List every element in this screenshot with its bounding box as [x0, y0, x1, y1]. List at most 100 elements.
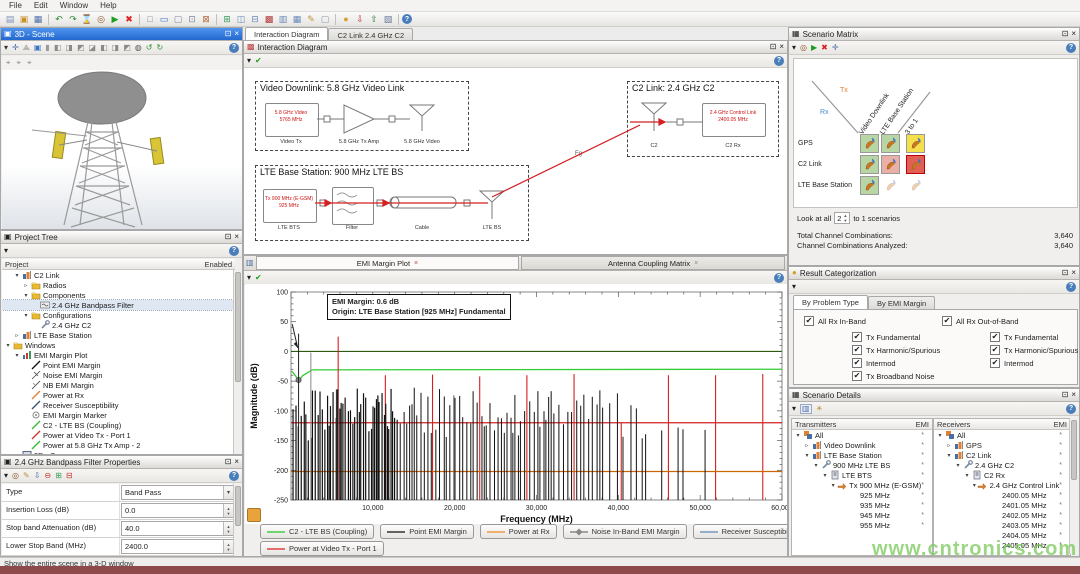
run-icon[interactable]: ▶	[108, 13, 122, 26]
properties-scrollbar[interactable]	[233, 484, 241, 556]
tree-item-nb-emi-margin[interactable]: NB EMI Margin	[2, 380, 235, 390]
legend-power-at-rx[interactable]: Power at Rx	[480, 524, 557, 539]
collapsed-arrow-icon[interactable]: ▹	[803, 442, 811, 449]
matrix-cell-dish-icon[interactable]	[881, 176, 900, 195]
property-value-type[interactable]: Band Pass▾	[121, 485, 234, 500]
expanded-arrow-icon[interactable]: ▾	[803, 452, 811, 459]
tree-item-radios[interactable]: ▹Radios	[2, 280, 235, 290]
move-icon[interactable]: ✛	[12, 44, 19, 52]
property-value-insertion-loss-db-[interactable]: 0.0▲▼	[121, 503, 234, 518]
tree-item-lte-base-station[interactable]: ▹LTE Base Station	[2, 330, 235, 340]
emi-column-header[interactable]: EMI	[916, 420, 929, 429]
menu-arrow-icon[interactable]: ▾	[4, 44, 8, 52]
tree-item-windows[interactable]: ▾Windows	[2, 340, 235, 350]
expanded-arrow-icon[interactable]: ▾	[963, 472, 971, 479]
antenna-tool-icon[interactable]: ⌖	[6, 59, 11, 67]
render-icon[interactable]: ◍	[135, 44, 142, 52]
tree-item-935-mhz[interactable]: 935 MHz*	[792, 500, 932, 510]
expanded-arrow-icon[interactable]: ▾	[13, 352, 21, 359]
checkbox-intermod[interactable]: ✔Intermod	[990, 358, 1034, 368]
spinner-buttons[interactable]: ▲▼	[223, 540, 233, 553]
matrix-cell-dish-icon[interactable]	[860, 155, 879, 174]
validate-icon[interactable]: ⌛	[80, 13, 94, 26]
tree-item-2-4-ghz-c2[interactable]: 2.4 GHz C2	[2, 320, 235, 330]
menu-arrow-icon[interactable]: ▾	[792, 283, 796, 291]
close-tab-icon[interactable]: ×	[694, 260, 698, 267]
help-icon[interactable]: ?	[1066, 282, 1076, 292]
help-icon[interactable]: ?	[229, 43, 239, 53]
expanded-arrow-icon[interactable]: ▾	[22, 312, 30, 319]
menu-arrow-icon[interactable]: ▾	[247, 57, 251, 65]
checkbox-all-rx-out-of-band[interactable]: ✔All Rx Out-of-Band	[942, 316, 1019, 326]
checkbox-icon[interactable]: ✔	[804, 316, 814, 326]
tree-item-2-4-ghz-bandpass-filter[interactable]: 2.4 GHz Bandpass Filter	[2, 300, 235, 310]
menu-arrow-icon[interactable]: ▾	[4, 247, 8, 255]
collapsed-arrow-icon[interactable]: ▹	[945, 442, 953, 449]
collapsed-arrow-icon[interactable]: ▹	[22, 282, 30, 289]
find-icon[interactable]: ◎	[94, 13, 108, 26]
receivers-header[interactable]: Receivers	[937, 420, 1054, 429]
help-icon[interactable]: ?	[229, 471, 239, 481]
export-icon[interactable]: ⇧	[367, 13, 381, 26]
tree-item-945-mhz[interactable]: 945 MHz*	[792, 510, 932, 520]
scenario-details-header[interactable]: ▦ Scenario Details ⊡ ×	[789, 389, 1079, 402]
checkbox-tx-broadband-noise[interactable]: ✔Tx Broadband Noise	[852, 371, 934, 381]
legend-noise-in-band-emi-margin[interactable]: Noise In-Band EMI Margin	[563, 524, 687, 539]
matrix-cell-dish-icon[interactable]	[881, 134, 900, 153]
tree-item-power-at-5-8-ghz-tx-amp-2[interactable]: Power at 5.8 GHz Tx Amp - 2	[2, 440, 235, 450]
tree-item-900-mhz-lte-bs[interactable]: ▾900 MHz LTE BS*	[792, 460, 932, 470]
lock-icon[interactable]	[247, 508, 261, 522]
expanded-arrow-icon[interactable]: ▾	[4, 342, 12, 349]
tree-item-emi-margin-plot[interactable]: ▾EMI Margin Plot	[2, 350, 235, 360]
scene-panel-header[interactable]: ▣ 3D - Scene ⊡ ×	[1, 28, 242, 41]
brightness-icon[interactable]: ☀	[816, 405, 823, 413]
close-icon[interactable]: ×	[1071, 391, 1076, 399]
rotate-left-icon[interactable]: ↺	[146, 44, 153, 52]
tree-item-receiver-susceptibility[interactable]: Receiver Susceptibility	[2, 400, 235, 410]
window-close-icon[interactable]: ⊠	[199, 13, 213, 26]
open-icon[interactable]: ▣	[17, 13, 31, 26]
view-back-icon[interactable]: ◪	[89, 44, 97, 52]
remove-table-icon[interactable]: ⊟	[66, 472, 73, 480]
view-top-icon[interactable]: ◨	[65, 44, 73, 52]
window-new-icon[interactable]: □	[143, 13, 157, 26]
scenario-count-spinner[interactable]: 2▲▼	[834, 212, 850, 224]
close-icon[interactable]: ×	[234, 233, 239, 241]
axes-icon[interactable]: ⟁	[23, 44, 30, 52]
view-right-icon[interactable]: ◨	[112, 44, 120, 52]
split-h-icon[interactable]: ◫	[234, 13, 248, 26]
scenario-matrix-header[interactable]: ▦ Scenario Matrix ⊡ ×	[789, 28, 1079, 41]
tree-item-power-at-rx[interactable]: Power at Rx	[2, 390, 235, 400]
legend-power-at-video-tx-port-1[interactable]: Power at Video Tx - Port 1	[260, 541, 384, 556]
tab-by-problem-type[interactable]: By Problem Type	[793, 295, 868, 309]
tree-item-c2-rx[interactable]: ▾C2 Rx*	[934, 470, 1070, 480]
scene-viewport[interactable]	[2, 70, 242, 229]
plot-area[interactable]: -250-200-150-100-5005010010,00020,00030,…	[245, 284, 788, 524]
dropdown-arrow-icon[interactable]: ▾	[223, 486, 233, 499]
find-icon[interactable]: ◎	[12, 472, 19, 480]
checkbox-icon[interactable]: ✔	[942, 316, 952, 326]
float-icon[interactable]: ⊡	[225, 233, 232, 241]
split-v-icon[interactable]: ⊟	[248, 13, 262, 26]
help-icon[interactable]: ?	[1066, 404, 1076, 414]
checkbox-icon[interactable]: ✔	[990, 345, 1000, 355]
tree-item-2-4-ghz-control-link[interactable]: ▾2.4 GHz Control Link*	[934, 480, 1070, 490]
tab-antenna-coupling-matrix[interactable]: Antenna Coupling Matrix ×	[521, 256, 785, 270]
column-project[interactable]: Project	[5, 260, 204, 269]
checkbox-tx-fundamental[interactable]: ✔Tx Fundamental	[852, 332, 920, 342]
checkbox-icon[interactable]: ✔	[990, 332, 1000, 342]
checkbox-all-rx-in-band[interactable]: ✔All Rx In-Band	[804, 316, 866, 326]
project-tree-scrollbar[interactable]	[233, 270, 241, 454]
checkbox-icon[interactable]: ✔	[852, 371, 862, 381]
matrix-icon[interactable]: ▥	[276, 13, 290, 26]
add-table-icon[interactable]: ⊞	[55, 472, 62, 480]
move-icon[interactable]: ✛	[832, 44, 839, 52]
checkbox-icon[interactable]: ✔	[852, 358, 862, 368]
edit-icon[interactable]: ✎	[23, 472, 30, 480]
validate-check-icon[interactable]: ✔	[255, 274, 262, 282]
layout-grid-icon[interactable]: ⊞	[220, 13, 234, 26]
checkbox-intermod[interactable]: ✔Intermod	[852, 358, 896, 368]
find-icon[interactable]: ◎	[800, 44, 807, 52]
legend-c2-lte-bs-coupling-[interactable]: C2 - LTE BS (Coupling)	[260, 524, 374, 539]
tree-item-2404-05-mhz[interactable]: 2404.05 MHz*	[934, 530, 1070, 540]
